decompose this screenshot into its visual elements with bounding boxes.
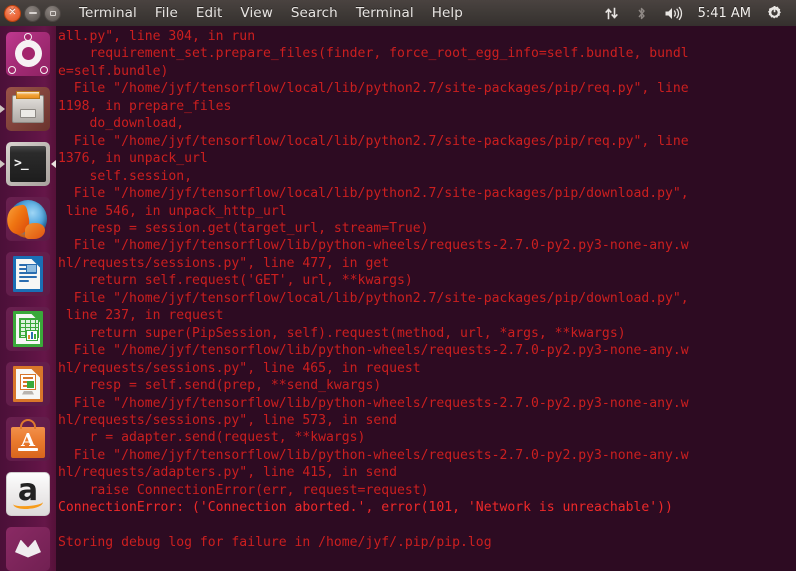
launcher-focused-marker-terminal xyxy=(51,159,56,168)
launcher-item-terminal[interactable]: >_ xyxy=(0,136,56,191)
launcher-running-marker-terminal xyxy=(0,159,5,168)
libreoffice-impress-icon xyxy=(6,361,50,406)
launcher-running-marker-files xyxy=(0,104,5,113)
files-icon xyxy=(6,86,50,131)
launcher-item-firefox[interactable] xyxy=(0,191,56,246)
terminal-icon: >_ xyxy=(6,141,50,186)
launcher-item-dash-home[interactable] xyxy=(0,26,56,81)
window-controls: ✕ xyxy=(0,4,61,22)
terminal-window[interactable]: all.py", line 304, in run requirement_se… xyxy=(56,26,796,571)
system-settings-icon xyxy=(6,526,50,571)
launcher-item-system-settings[interactable] xyxy=(0,521,56,571)
maximize-window-button[interactable] xyxy=(44,4,61,22)
minimize-window-button[interactable] xyxy=(24,4,41,22)
launcher-item-libreoffice-calc[interactable] xyxy=(0,301,56,356)
indicator-area: 5:41 AM xyxy=(597,0,796,26)
firefox-icon xyxy=(6,196,50,241)
launcher-item-libreoffice-writer[interactable] xyxy=(0,246,56,301)
amazon-icon: a xyxy=(6,471,50,516)
terminal-traceback-text: all.py", line 304, in run requirement_se… xyxy=(58,29,689,498)
close-window-button[interactable]: ✕ xyxy=(4,4,21,22)
ubuntu-logo-icon xyxy=(6,31,50,76)
launcher-item-ubuntu-software-center[interactable]: A xyxy=(0,411,56,466)
menu-item-terminal-app[interactable]: Terminal xyxy=(70,0,146,26)
terminal-error-line: ConnectionError: ('Connection aborted.',… xyxy=(58,500,673,516)
volume-icon[interactable] xyxy=(657,0,690,26)
power-gear-icon[interactable] xyxy=(759,0,790,26)
bluetooth-icon[interactable] xyxy=(628,0,655,26)
menu-item-view[interactable]: View xyxy=(231,0,281,26)
libreoffice-calc-icon xyxy=(6,306,50,351)
launcher-item-amazon[interactable]: a xyxy=(0,466,56,521)
menu-item-search[interactable]: Search xyxy=(282,0,347,26)
software-center-icon: A xyxy=(6,416,50,461)
network-icon[interactable] xyxy=(597,0,626,26)
clock[interactable]: 5:41 AM xyxy=(692,6,757,21)
launcher-item-libreoffice-impress[interactable] xyxy=(0,356,56,411)
libreoffice-writer-icon xyxy=(6,251,50,296)
terminal-output: all.py", line 304, in run requirement_se… xyxy=(56,26,796,552)
menu-item-edit[interactable]: Edit xyxy=(187,0,232,26)
top-panel: ✕ Terminal File Edit View Search Termina… xyxy=(0,0,796,26)
menu-item-help[interactable]: Help xyxy=(423,0,472,26)
unity-launcher: >_ A a xyxy=(0,26,56,571)
launcher-item-files[interactable] xyxy=(0,81,56,136)
terminal-debug-log-line: Storing debug log for failure in /home/j… xyxy=(58,535,492,551)
menu-bar: Terminal File Edit View Search Terminal … xyxy=(70,0,472,26)
menu-item-file[interactable]: File xyxy=(146,0,187,26)
menu-item-terminal[interactable]: Terminal xyxy=(347,0,423,26)
